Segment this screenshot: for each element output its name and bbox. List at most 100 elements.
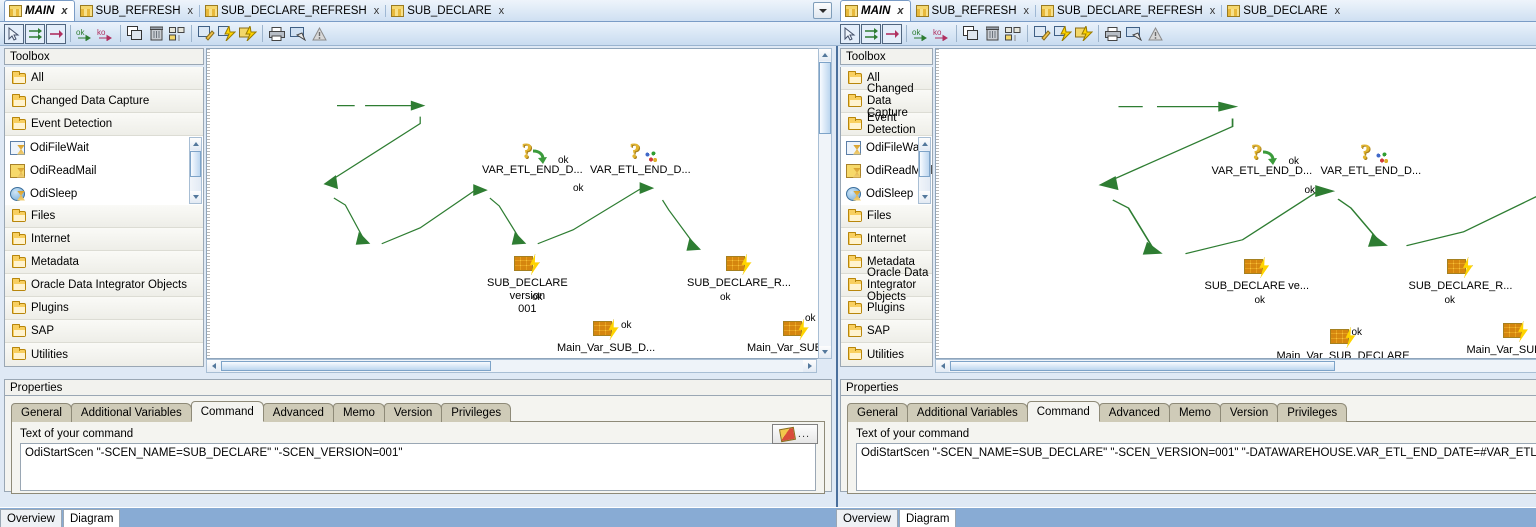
- ok-link-tool-button[interactable]: [25, 23, 45, 44]
- delete-step-button-right[interactable]: [982, 24, 1002, 44]
- set-ko-button[interactable]: ko: [96, 24, 116, 44]
- command-textarea[interactable]: OdiStartScen "-SCEN_NAME=SUB_DECLARE" "-…: [20, 443, 816, 491]
- bottom-tab-diagram[interactable]: Diagram: [62, 509, 121, 527]
- duplicate-step-button[interactable]: [125, 24, 145, 44]
- toolbox-group-files-right[interactable]: Files: [841, 205, 933, 228]
- scroll-down-icon[interactable]: [819, 346, 831, 358]
- toolbox-group-metadata[interactable]: Metadata: [5, 251, 203, 274]
- diagram-canvas-left[interactable]: ? VAR_ETL_END_D... ? VAR_ETL_END_D... SU…: [206, 48, 832, 359]
- close-icon[interactable]: x: [188, 5, 194, 17]
- doc-tab-sub-declare-refresh[interactable]: SUB_DECLARE_REFRESH x: [199, 0, 386, 21]
- toolbox-group-event-detection-right[interactable]: Event Detection: [841, 112, 933, 136]
- toolbox-group-changed-data-capture[interactable]: Changed Data Capture: [5, 90, 203, 113]
- diagram-canvas-right[interactable]: ? VAR_ETL_END_D... ? VAR_ETL_END_D... SU…: [935, 48, 1536, 359]
- arrange-layout-button-right[interactable]: [1003, 24, 1023, 44]
- toolbox-group-oracle-data-integrator-objects[interactable]: Oracle Data Integrator Objects: [5, 274, 203, 297]
- doc-tab-main-right[interactable]: MAIN x: [840, 0, 911, 21]
- diagram-node-var-etl-end-refresh[interactable]: ? VAR_ETL_END_D...: [590, 140, 691, 177]
- bottom-tab-overview[interactable]: Overview: [0, 509, 62, 527]
- toolbox-scrollbar-right[interactable]: [918, 137, 932, 204]
- warning-button[interactable]: [309, 24, 329, 44]
- close-icon[interactable]: x: [1210, 5, 1216, 17]
- close-icon[interactable]: x: [1335, 5, 1341, 17]
- diagram-node-sub-declare-right[interactable]: SUB_DECLARE ve...: [1204, 257, 1309, 292]
- scroll-right-icon[interactable]: [803, 360, 816, 372]
- set-ok-button-right[interactable]: ok: [911, 24, 931, 44]
- scroll-down-icon[interactable]: [190, 191, 201, 203]
- tab-version[interactable]: Version: [383, 403, 443, 422]
- print-preview-button[interactable]: [288, 24, 308, 44]
- tab-general[interactable]: General: [11, 403, 72, 422]
- doc-tab-sub-refresh-right[interactable]: SUB_REFRESH x: [911, 0, 1037, 21]
- bottom-tab-overview-right[interactable]: Overview: [836, 509, 898, 527]
- scroll-up-icon[interactable]: [190, 138, 201, 150]
- generate-scenario-button-right[interactable]: [1074, 24, 1094, 44]
- command-edit-button[interactable]: ...: [772, 424, 818, 444]
- doc-tab-sub-declare[interactable]: SUB_DECLARE x: [385, 0, 511, 21]
- toolbox-group-event-detection[interactable]: Event Detection: [5, 113, 203, 136]
- warning-button-right[interactable]: [1145, 24, 1165, 44]
- scroll-down-icon[interactable]: [919, 191, 931, 203]
- toolbox-group-internet[interactable]: Internet: [5, 228, 203, 251]
- tab-overflow-button[interactable]: [813, 2, 832, 19]
- print-preview-button-right[interactable]: [1124, 24, 1144, 44]
- execute-step-button-right[interactable]: [1053, 24, 1073, 44]
- edit-step-button-right[interactable]: [1032, 24, 1052, 44]
- tab-advanced-right[interactable]: Advanced: [1098, 403, 1170, 422]
- diagram-node-sub-declare[interactable]: SUB_DECLARE version 001: [487, 250, 568, 315]
- scroll-up-icon[interactable]: [919, 138, 931, 150]
- tab-advanced[interactable]: Advanced: [262, 403, 334, 422]
- doc-tab-sub-declare-right[interactable]: SUB_DECLARE x: [1221, 0, 1347, 21]
- toolbox-item-odifilewait[interactable]: OdiFileWait: [5, 136, 203, 159]
- print-button[interactable]: [267, 24, 287, 44]
- diagram-hscrollbar-right[interactable]: [935, 359, 1536, 373]
- close-icon[interactable]: x: [374, 5, 380, 17]
- set-ok-button[interactable]: ok: [75, 24, 95, 44]
- close-icon[interactable]: x: [61, 5, 67, 17]
- set-ko-button-right[interactable]: ko: [932, 24, 952, 44]
- hscrollbar-thumb[interactable]: [950, 361, 1336, 371]
- scroll-left-icon[interactable]: [207, 360, 220, 372]
- toolbox-item-odisleep[interactable]: OdiSleep: [5, 182, 203, 205]
- ko-link-tool-button-right[interactable]: [882, 23, 902, 44]
- tab-command-right[interactable]: Command: [1026, 401, 1100, 422]
- toolbox-group-changed-data-capture-right[interactable]: Changed Data Capture: [841, 83, 933, 119]
- tab-command[interactable]: Command: [190, 401, 264, 422]
- arrange-layout-button[interactable]: [167, 24, 187, 44]
- diagram-node-var-etl-end-refresh-right[interactable]: ? VAR_ETL_END_D...: [1320, 141, 1421, 178]
- toolbox-group-files[interactable]: Files: [5, 205, 203, 228]
- vscrollbar-thumb[interactable]: [819, 62, 831, 134]
- ko-link-tool-button[interactable]: [46, 23, 66, 44]
- hscrollbar-thumb[interactable]: [221, 361, 491, 371]
- scrollbar-thumb[interactable]: [919, 151, 931, 177]
- diagram-node-main-var-sub-declare-right[interactable]: Main_Var_SUB_DECLARE version 001: [1276, 323, 1410, 358]
- command-textarea-right[interactable]: OdiStartScen "-SCEN_NAME=SUB_DECLARE" "-…: [856, 443, 1536, 491]
- diagram-hscrollbar-left[interactable]: [206, 359, 817, 373]
- print-button-right[interactable]: [1103, 24, 1123, 44]
- diagram-node-main-var-sub-declare[interactable]: Main_Var_SUB_D...: [557, 319, 655, 354]
- toolbox-group-sap[interactable]: SAP: [5, 320, 203, 343]
- diagram-vscrollbar-left[interactable]: [818, 48, 832, 359]
- doc-tab-main[interactable]: MAIN x: [4, 0, 75, 21]
- edit-step-button[interactable]: [196, 24, 216, 44]
- toolbox-group-sap-right[interactable]: SAP: [841, 320, 933, 343]
- diagram-node-main-var-sub-declare-2-right[interactable]: Main_Var_SUB_D...: [1466, 321, 1536, 356]
- toolbox-group-oracle-objects-right[interactable]: Oracle Data Integrator Objects: [841, 267, 933, 303]
- toolbox-item-odireadmail[interactable]: OdiReadMail: [5, 159, 203, 182]
- select-tool-button-right[interactable]: [840, 23, 860, 44]
- generate-scenario-button[interactable]: [238, 24, 258, 44]
- doc-tab-sub-declare-refresh-right[interactable]: SUB_DECLARE_REFRESH x: [1035, 0, 1222, 21]
- close-icon[interactable]: x: [499, 5, 505, 17]
- toolbox-scrollbar[interactable]: [189, 137, 202, 204]
- diagram-node-sub-declare-refresh[interactable]: SUB_DECLARE_R...: [687, 254, 791, 289]
- toolbox-group-utilities-right[interactable]: Utilities: [841, 343, 933, 366]
- tab-privileges[interactable]: Privileges: [441, 403, 512, 422]
- bottom-tab-diagram-right[interactable]: Diagram: [898, 509, 957, 527]
- close-icon[interactable]: x: [1024, 5, 1030, 17]
- close-icon[interactable]: x: [897, 5, 903, 17]
- execute-step-button[interactable]: [217, 24, 237, 44]
- ok-link-tool-button-right[interactable]: [861, 23, 881, 44]
- tab-memo-right[interactable]: Memo: [1168, 403, 1221, 422]
- tab-additional-variables-right[interactable]: Additional Variables: [906, 403, 1028, 422]
- toolbox-group-plugins[interactable]: Plugins: [5, 297, 203, 320]
